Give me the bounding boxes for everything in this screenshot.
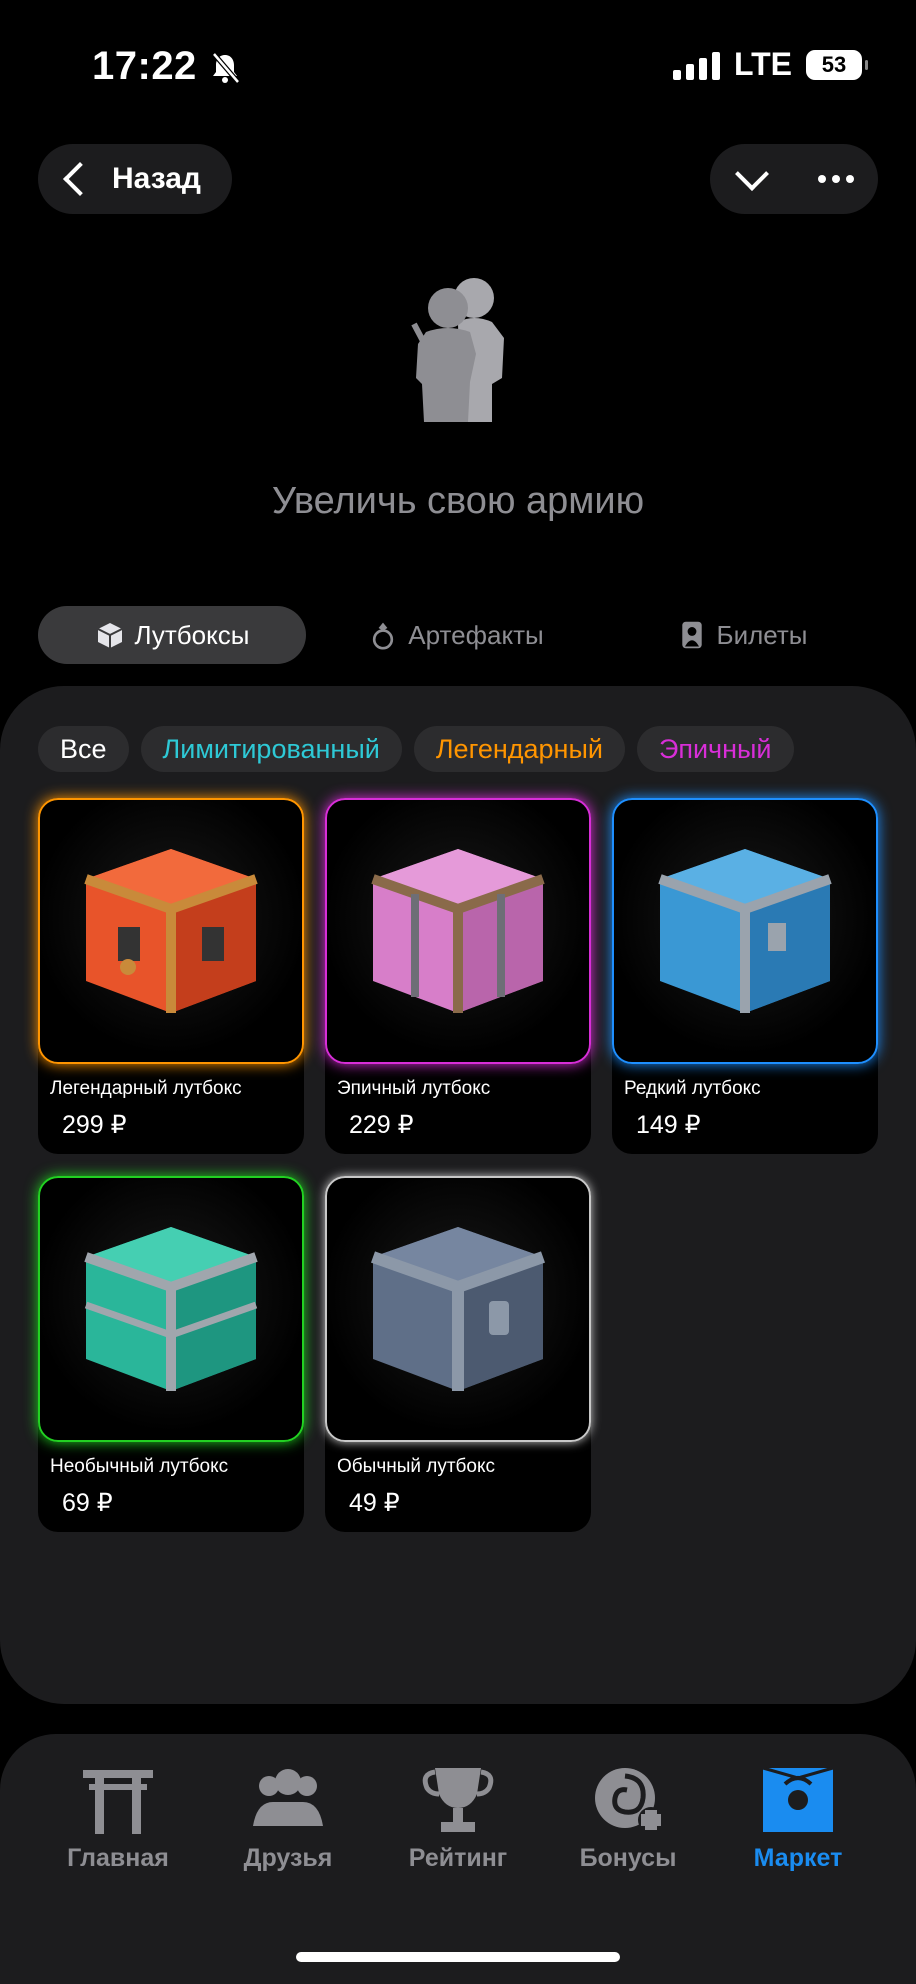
ticket-icon <box>681 621 702 649</box>
filter-label: Эпичный <box>658 733 772 764</box>
uncommon-lootbox-icon <box>84 1227 258 1391</box>
spiral-plus-icon <box>595 1768 664 1833</box>
header-actions <box>710 144 878 214</box>
tab-lootboxes[interactable]: Лутбоксы <box>38 606 306 664</box>
tab-label: Артефакты <box>408 619 544 650</box>
network-label: LTE <box>733 46 792 82</box>
more-button[interactable] <box>794 144 878 214</box>
nav-home[interactable]: Главная <box>34 1764 202 1873</box>
cube-icon <box>97 623 122 648</box>
nav-label: Маркет <box>753 1844 843 1872</box>
nav-label: Друзья <box>243 1844 333 1872</box>
filter-label: Лимитированный <box>162 733 380 764</box>
filter-limited[interactable]: Лимитированный <box>140 726 402 772</box>
lootbox-image <box>325 798 591 1064</box>
rare-lootbox-icon <box>658 849 832 1013</box>
back-label: Назад <box>112 162 201 195</box>
battery-level: 53 <box>821 51 847 77</box>
nav-market[interactable]: Маркет <box>714 1764 882 1873</box>
product-card[interactable]: Редкий лутбокс 149 ₽ <box>612 798 878 1154</box>
nav-friends[interactable]: Друзья <box>204 1764 372 1873</box>
rarity-filters: Все Лимитированный Легендарный Эпичный <box>38 726 916 772</box>
hero-title: Увеличь свою армию <box>271 480 645 522</box>
product-price: 299 ₽ <box>62 1111 127 1139</box>
product-card[interactable]: Эпичный лутбокс 229 ₽ <box>325 798 591 1154</box>
signal-icon <box>672 50 720 80</box>
lootbox-image <box>612 798 878 1064</box>
tab-artifacts[interactable]: Артефакты <box>306 606 606 664</box>
lootbox-image <box>38 798 304 1064</box>
lootbox-image <box>325 1176 591 1442</box>
product-card[interactable]: Легендарный лутбокс 299 ₽ <box>38 798 304 1154</box>
collapse-button[interactable] <box>710 144 794 214</box>
product-card[interactable]: Необычный лутбокс 69 ₽ <box>38 1176 304 1532</box>
more-dots-icon <box>818 175 854 183</box>
status-right: LTE 53 <box>672 46 868 83</box>
soldiers-icon <box>411 278 504 422</box>
epic-lootbox-icon <box>371 849 545 1013</box>
nav-label: Рейтинг <box>408 1844 508 1872</box>
filter-legendary[interactable]: Легендарный <box>413 726 625 772</box>
product-name: Редкий лутбокс <box>624 1078 761 1099</box>
tab-label: Билеты <box>716 619 808 650</box>
battery-icon: 53 <box>806 49 868 80</box>
legendary-lootbox-icon <box>84 849 258 1013</box>
filter-label: Все <box>60 733 107 764</box>
lootbox-image <box>38 1176 304 1442</box>
nav-label: Главная <box>67 1844 169 1872</box>
product-price: 229 ₽ <box>349 1111 414 1139</box>
product-name: Эпичный лутбокс <box>337 1078 491 1099</box>
filter-epic[interactable]: Эпичный <box>636 726 794 772</box>
home-indicator <box>296 1952 620 1962</box>
product-price: 49 ₽ <box>349 1489 400 1517</box>
group-icon <box>253 1769 323 1826</box>
product-name: Легендарный лутбокс <box>50 1078 242 1099</box>
tab-tickets[interactable]: Билеты <box>606 606 878 664</box>
chevron-left-icon <box>63 162 97 196</box>
product-name: Необычный лутбокс <box>50 1456 229 1477</box>
product-card[interactable]: Обычный лутбокс 49 ₽ <box>325 1176 591 1532</box>
nav-rating[interactable]: Рейтинг <box>374 1764 542 1873</box>
common-lootbox-icon <box>371 1227 545 1391</box>
product-price: 69 ₽ <box>62 1489 113 1517</box>
product-name: Обычный лутбокс <box>337 1456 496 1477</box>
chevron-down-icon <box>735 157 769 191</box>
bottom-nav-items: Главная Друзья Рейтинг Бонусы Маркет <box>34 1764 882 1873</box>
filter-all[interactable]: Все <box>38 726 129 772</box>
nav-label: Бонусы <box>579 1844 677 1872</box>
mute-bell-icon <box>212 52 240 84</box>
status-time: 17:22 <box>92 44 197 88</box>
nav-bonuses[interactable]: Бонусы <box>544 1764 712 1873</box>
filter-label: Легендарный <box>435 733 603 764</box>
back-button[interactable]: Назад <box>38 144 232 214</box>
product-price: 149 ₽ <box>636 1111 701 1139</box>
category-tabs: Лутбоксы Артефакты Билеты <box>38 606 878 664</box>
ring-icon <box>373 622 394 650</box>
tab-label: Лутбоксы <box>134 619 250 650</box>
trophy-icon <box>422 1768 494 1832</box>
torii-gate-icon <box>83 1770 153 1834</box>
shop-bag-icon <box>762 1766 834 1832</box>
